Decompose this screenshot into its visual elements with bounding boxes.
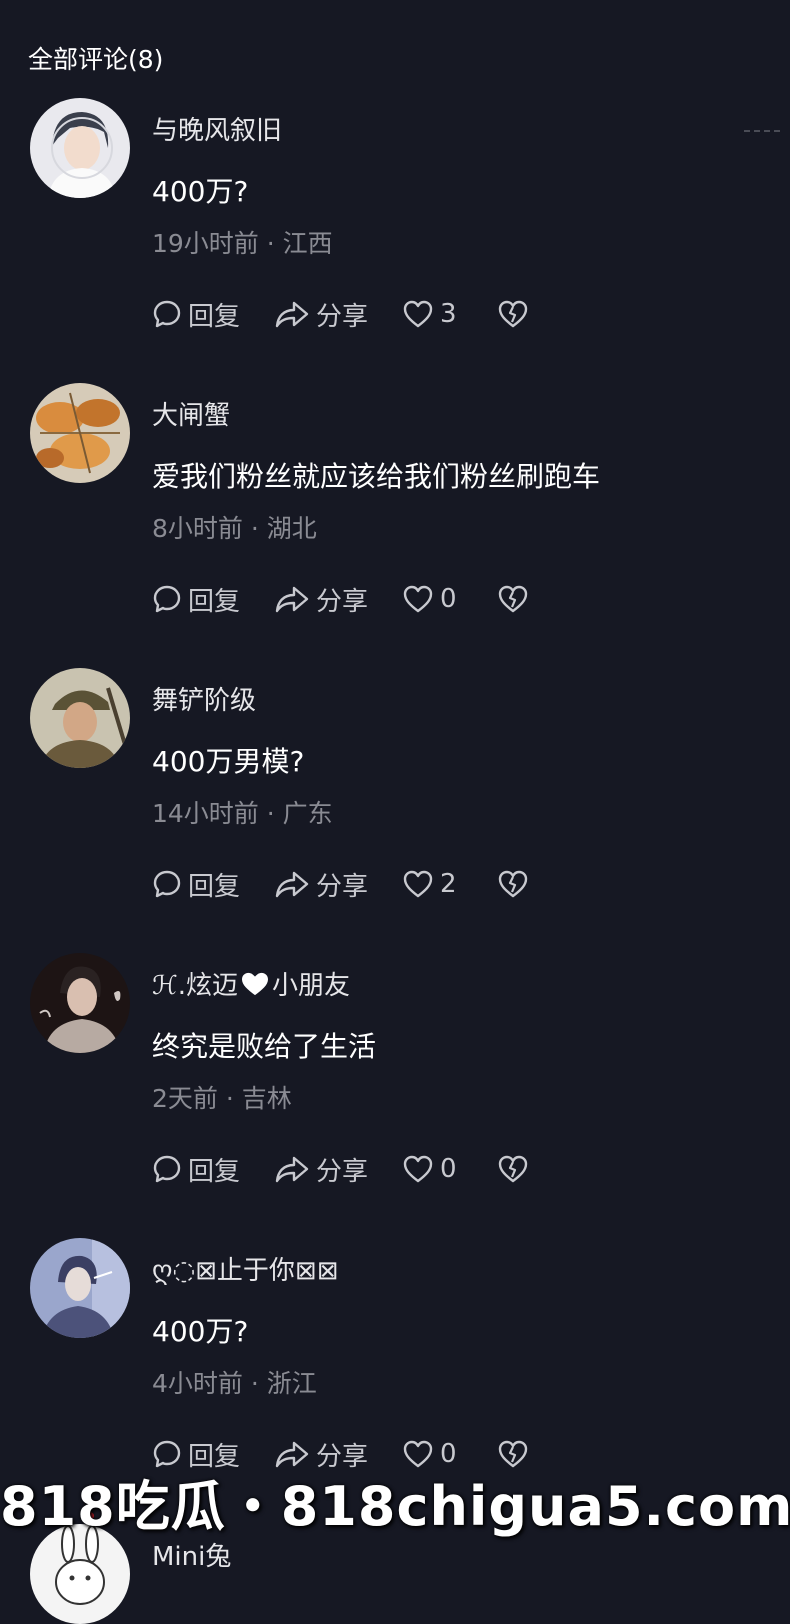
heart-icon [403, 870, 433, 898]
like-button[interactable]: 0 [402, 1154, 457, 1184]
like-button[interactable]: 2 [402, 869, 457, 899]
comment-meta: 2天前 · 吉林 [152, 1084, 292, 1113]
username-part: 小朋友 [271, 971, 350, 1001]
comment-actions: 回复 分享 0 [152, 1149, 569, 1189]
broken-heart-icon [498, 870, 527, 898]
broken-heart-icon [498, 1155, 527, 1183]
username[interactable]: ℋ.炫迈 小朋友 [152, 965, 350, 1002]
share-button[interactable]: 分享 [274, 1151, 368, 1188]
comment-actions: 回复 分享 3 [152, 294, 569, 334]
share-button[interactable]: 分享 [274, 296, 368, 333]
white-heart-icon [241, 972, 268, 996]
reply-button[interactable]: 回复 [152, 296, 240, 333]
watermark: 818吃瓜・818chigua5.com [0, 1475, 790, 1538]
username[interactable]: 大闸蟹 [152, 395, 230, 432]
share-label: 分享 [316, 301, 369, 332]
like-count: 0 [440, 1154, 457, 1184]
like-button[interactable]: 0 [402, 584, 457, 614]
dislike-button[interactable] [497, 869, 535, 899]
comment-text: 400万? [152, 175, 249, 208]
comment-meta: 14小时前 · 广东 [152, 799, 333, 828]
share-icon [275, 871, 309, 898]
reply-label: 回复 [188, 586, 241, 617]
username[interactable]: 舞铲阶级 [152, 680, 256, 717]
avatar[interactable] [30, 668, 130, 768]
comment-text: 400万男模? [152, 745, 305, 778]
comment-meta: 8小时前 · 湖北 [152, 514, 317, 543]
username[interactable]: ღ◌⊠止于你⊠⊠ [152, 1250, 338, 1287]
comment-meta: 19小时前 · 江西 [152, 229, 333, 258]
avatar[interactable] [30, 953, 130, 1053]
broken-heart-icon [498, 300, 527, 328]
username[interactable]: 与晚风叙旧 [152, 110, 282, 147]
like-button[interactable]: 3 [402, 299, 457, 329]
username-part: ℋ.炫迈 [152, 971, 238, 1001]
reply-button[interactable]: 回复 [152, 866, 240, 903]
avatar[interactable] [30, 98, 130, 198]
comment-meta: 4小时前 · 浙江 [152, 1369, 317, 1398]
share-button[interactable]: 分享 [274, 581, 368, 618]
comment-actions: 回复 分享 2 [152, 864, 569, 904]
share-icon [275, 301, 309, 328]
reply-icon [153, 1155, 181, 1183]
heart-icon [403, 1155, 433, 1183]
reply-icon [153, 870, 181, 898]
share-icon [275, 1156, 309, 1183]
share-icon [275, 586, 309, 613]
heart-icon [403, 300, 433, 328]
like-count: 2 [440, 869, 457, 899]
comment-text: 终究是败给了生活 [152, 1030, 377, 1063]
like-count: 3 [440, 299, 457, 329]
dislike-button[interactable] [497, 584, 535, 614]
reply-label: 回复 [188, 871, 241, 902]
reply-icon [153, 585, 181, 613]
reply-icon [153, 300, 181, 328]
share-button[interactable]: 分享 [274, 866, 368, 903]
reply-label: 回复 [188, 1156, 241, 1187]
dislike-button[interactable] [497, 1154, 535, 1184]
avatar[interactable] [30, 1238, 130, 1338]
comment-actions: 回复 分享 0 [152, 579, 569, 619]
share-label: 分享 [316, 871, 369, 902]
dislike-button[interactable] [497, 299, 535, 329]
username[interactable]: Mini兔 [152, 1536, 231, 1573]
broken-heart-icon [498, 585, 527, 613]
like-count: 0 [440, 584, 457, 614]
comment-text: 爱我们粉丝就应该给我们粉丝刷跑车 [152, 460, 601, 493]
avatar[interactable] [30, 383, 130, 483]
reply-button[interactable]: 回复 [152, 1151, 240, 1188]
more-indicator [744, 130, 780, 132]
reply-label: 回复 [188, 301, 241, 332]
reply-button[interactable]: 回复 [152, 581, 240, 618]
comments-header: 全部评论(8) [28, 45, 164, 74]
comment-text: 400万? [152, 1315, 249, 1348]
share-label: 分享 [316, 586, 369, 617]
heart-icon [403, 585, 433, 613]
share-label: 分享 [316, 1156, 369, 1187]
